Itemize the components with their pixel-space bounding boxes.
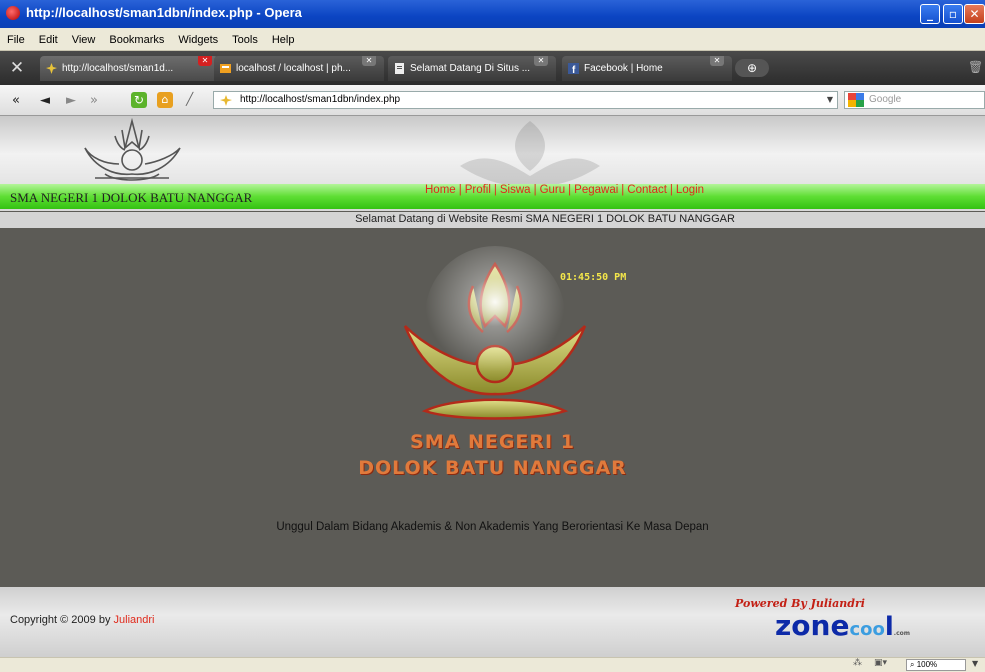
nav-separator: | [458,184,462,196]
nav-separator: | [493,184,497,196]
search-field[interactable]: Google [844,91,985,109]
menu-edit[interactable]: Edit [32,29,65,46]
tab-label: localhost / localhost | ph... [236,63,351,74]
menu-file[interactable]: File [0,29,32,46]
search-placeholder: Google [869,94,902,105]
brand-c: c [849,619,861,640]
menu-view[interactable]: View [65,29,103,46]
page-favicon-icon [395,63,404,74]
brand-zone: zone [775,609,850,642]
nav-separator: | [621,184,625,196]
school-title-line2: DOLOK BATU NANGGAR [358,457,627,479]
copyright-text: Copyright © 2009 by [10,614,111,626]
zoom-dropdown-icon[interactable]: ▼ [972,659,978,668]
nav-separator: | [568,184,572,196]
tab-sman1dbn[interactable]: http://localhost/sman1d... ✕ [40,56,218,81]
back-icon[interactable]: ◄ [40,93,50,108]
brand-domain: .com [893,630,911,637]
page-content: SMA NEGERI 1 DOLOK BATU NANGGAR Home | Pro… [0,116,985,657]
new-tab-button[interactable]: ⊕ [735,59,769,77]
zoom-icon: ⌕ [910,660,917,669]
forward-icon[interactable]: ► [66,93,76,108]
menu-bar: File Edit View Bookmarks Widgets Tools Help [0,28,985,51]
copyright-author-link[interactable]: Juliandri [114,614,155,626]
opera-app-icon [6,6,20,20]
reload-icon[interactable]: ↻ [131,92,147,108]
view-icon[interactable]: ▣▾ [874,658,887,668]
zoom-field[interactable]: ⌕ 100% [906,659,966,671]
tut-wuri-handayani-logo [84,118,181,181]
maximize-button[interactable]: ▫ [943,4,963,24]
tab-close-icon[interactable]: ✕ [362,56,376,66]
site-favicon-icon [220,95,232,106]
facebook-favicon-icon: f [568,63,579,75]
zoom-value: 100% [916,660,938,669]
home-icon[interactable]: ⌂ [157,92,173,108]
nav-login[interactable]: Login [676,184,704,196]
tab-bar: ✕ http://localhost/sman1d... ✕ localhost… [0,51,985,85]
digital-clock: 01:45:50 PM [560,272,627,283]
menu-help[interactable]: Help [265,29,302,46]
trash-icon[interactable]: 🗑 [968,60,983,76]
copyright: Copyright © 2009 by Juliandri [10,614,154,626]
phpmyadmin-favicon-icon [220,64,231,73]
tab-phpmyadmin[interactable]: localhost / localhost | ph... ✕ [214,56,384,81]
google-icon [848,93,864,107]
brand-l: l [884,612,894,642]
tab-close-icon[interactable]: ✕ [534,56,548,66]
tab-label: http://localhost/sman1d... [62,63,174,74]
zonecool-logo[interactable]: zonecool.com [775,609,910,642]
tab-label: Selamat Datang Di Situs ... [410,63,531,74]
nav-siswa[interactable]: Siswa [500,184,531,196]
nav-profil[interactable]: Profil [465,184,491,196]
fast-forward-icon[interactable]: » [90,93,98,108]
school-title: SMA NEGERI 1 DOLOK BATU NANGGAR [0,431,985,479]
navigation-toolbar: « ◄ ► » ↻ ⌂ ╱ http://localhost/sman1dbn/… [0,85,985,116]
site-nav: Home | Profil | Siswa | Guru | Pegawai | Contact | L… [425,184,704,196]
tab-close-icon[interactable]: ✕ [710,56,724,66]
header-school-name: SMA NEGERI 1 DOLOK BATU NANGGAR [10,190,253,205]
tab-facebook[interactable]: f Facebook | Home ✕ [562,56,732,81]
rewind-icon[interactable]: « [12,93,20,108]
minimize-button[interactable]: _ [920,4,940,24]
address-dropdown-icon[interactable]: ▼ [827,95,833,104]
window-title: http://localhost/sman1dbn/index.php - Op… [26,5,302,20]
tab-close-icon[interactable]: ✕ [198,56,212,66]
tab-selamat-datang[interactable]: Selamat Datang Di Situs ... ✕ [388,56,556,81]
nav-home[interactable]: Home [425,184,456,196]
garuda-favicon-icon [46,63,57,74]
nav-separator: | [669,184,673,196]
menu-tools[interactable]: Tools [225,29,265,46]
menu-bookmarks[interactable]: Bookmarks [102,29,171,46]
nav-pegawai[interactable]: Pegawai [574,184,618,196]
welcome-marquee: Selamat Datang di Website Resmi SMA NEGE… [355,213,735,225]
close-window-button[interactable]: ✕ [964,4,985,24]
customize-tools-icon[interactable]: ✕ [6,57,28,79]
address-url: http://localhost/sman1dbn/index.php [240,94,401,105]
nav-separator: | [533,184,537,196]
school-motto: Unggul Dalam Bidang Akademis & Non Akade… [276,521,709,533]
network-icon[interactable]: ⁂ [853,658,862,668]
address-field[interactable]: http://localhost/sman1dbn/index.php ▼ [213,91,838,109]
nav-guru[interactable]: Guru [540,184,566,196]
brand-oo: oo [860,619,885,640]
school-title-line1: SMA NEGERI 1 [410,431,575,453]
nav-contact[interactable]: Contact [627,184,667,196]
status-bar: ⁂ ▣▾ ⌕ 100% ▼ [0,657,985,672]
window-title-bar: http://localhost/sman1dbn/index.php - Op… [0,0,985,28]
menu-widgets[interactable]: Widgets [171,29,225,46]
tab-label: Facebook | Home [584,63,663,74]
edit-pencil-icon[interactable]: ╱ [186,92,193,106]
